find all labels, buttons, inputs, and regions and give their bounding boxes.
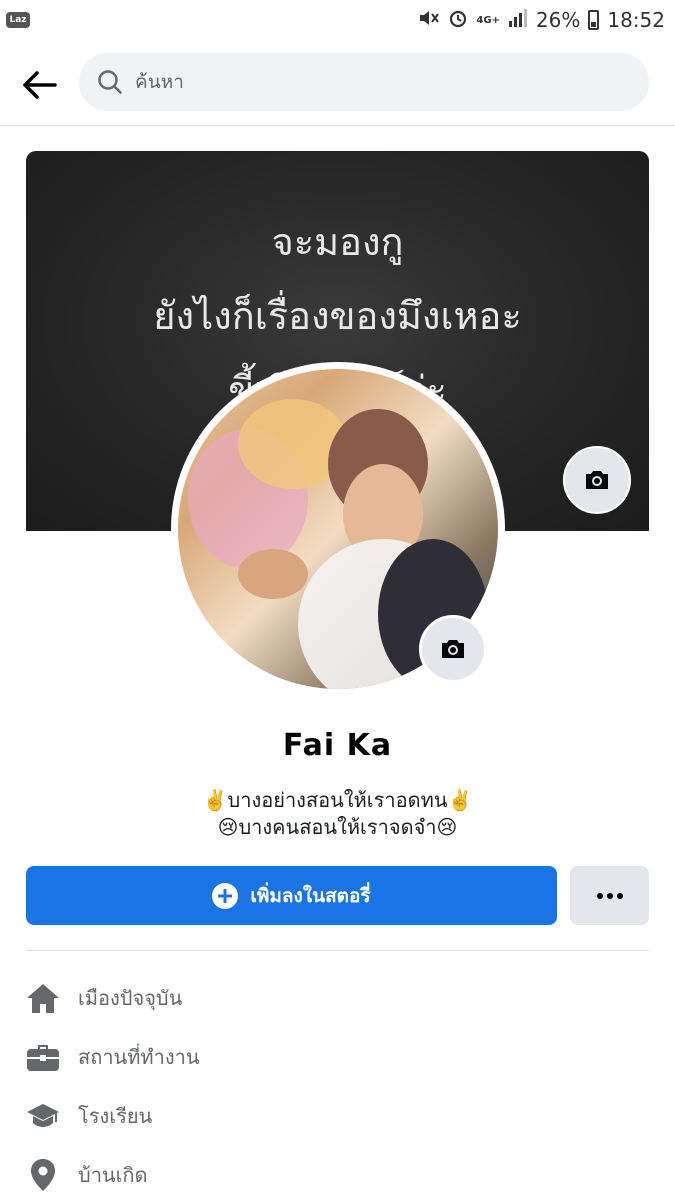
detail-workplace[interactable]: สถานที่ทำงาน bbox=[26, 1027, 649, 1086]
edit-profile-picture-button[interactable] bbox=[419, 615, 487, 683]
camera-icon bbox=[586, 471, 608, 489]
network-type: 4G+ bbox=[476, 14, 500, 26]
search-placeholder: ค้นหา bbox=[135, 71, 184, 93]
divider bbox=[26, 950, 649, 951]
battery-percent: 26% bbox=[535, 8, 581, 32]
add-to-story-label: เพิ่มลงในสตอรี่ bbox=[250, 884, 371, 907]
location-pin-icon bbox=[26, 1158, 60, 1192]
cover-text-line: จะมองกู bbox=[271, 220, 404, 264]
status-indicators: 4G+ 26% 18:52 bbox=[418, 8, 665, 33]
camera-icon bbox=[442, 640, 464, 658]
graduation-cap-icon bbox=[26, 1099, 60, 1133]
status-bar: Laz 4G+ 26% 18:52 bbox=[0, 0, 675, 40]
cover-text-line: ยังไงก็เรื่องของมึงเหอะ bbox=[153, 294, 522, 338]
detail-label: สถานที่ทำงาน bbox=[78, 1044, 200, 1069]
search-header: ค้นหา bbox=[0, 40, 675, 126]
profile-details: เมืองปัจจุบัน สถานที่ทำงาน โรงเรียน บ้าน… bbox=[26, 968, 649, 1200]
home-icon bbox=[26, 981, 60, 1015]
bio-line: 😢บางคนสอนให้เราจดจำ😢 bbox=[217, 815, 458, 839]
clock: 18:52 bbox=[607, 8, 665, 32]
mute-icon bbox=[418, 8, 440, 33]
search-input[interactable]: ค้นหา bbox=[79, 53, 649, 111]
back-button[interactable] bbox=[16, 62, 62, 108]
more-dot bbox=[616, 892, 623, 899]
more-dot bbox=[596, 892, 603, 899]
lazada-notification-icon: Laz bbox=[6, 12, 30, 28]
plus-circle-icon bbox=[212, 882, 239, 909]
detail-school[interactable]: โรงเรียน bbox=[26, 1086, 649, 1145]
detail-label: โรงเรียน bbox=[78, 1103, 153, 1128]
back-arrow-icon bbox=[23, 71, 57, 99]
more-dot bbox=[606, 892, 613, 899]
more-options-button[interactable] bbox=[570, 866, 649, 925]
detail-label: เมืองปัจจุบัน bbox=[78, 985, 183, 1010]
detail-current-city[interactable]: เมืองปัจจุบัน bbox=[26, 968, 649, 1027]
edit-cover-photo-button[interactable] bbox=[563, 446, 631, 514]
signal-icon bbox=[508, 8, 528, 33]
search-icon bbox=[98, 70, 122, 94]
profile-name: Fai Ka bbox=[282, 728, 393, 763]
alarm-icon bbox=[448, 8, 468, 33]
battery-icon bbox=[588, 10, 600, 30]
add-to-story-button[interactable]: เพิ่มลงในสตอรี่ bbox=[26, 866, 557, 925]
briefcase-icon bbox=[26, 1040, 60, 1074]
detail-hometown[interactable]: บ้านเกิด bbox=[26, 1145, 649, 1200]
detail-label: บ้านเกิด bbox=[78, 1162, 148, 1187]
